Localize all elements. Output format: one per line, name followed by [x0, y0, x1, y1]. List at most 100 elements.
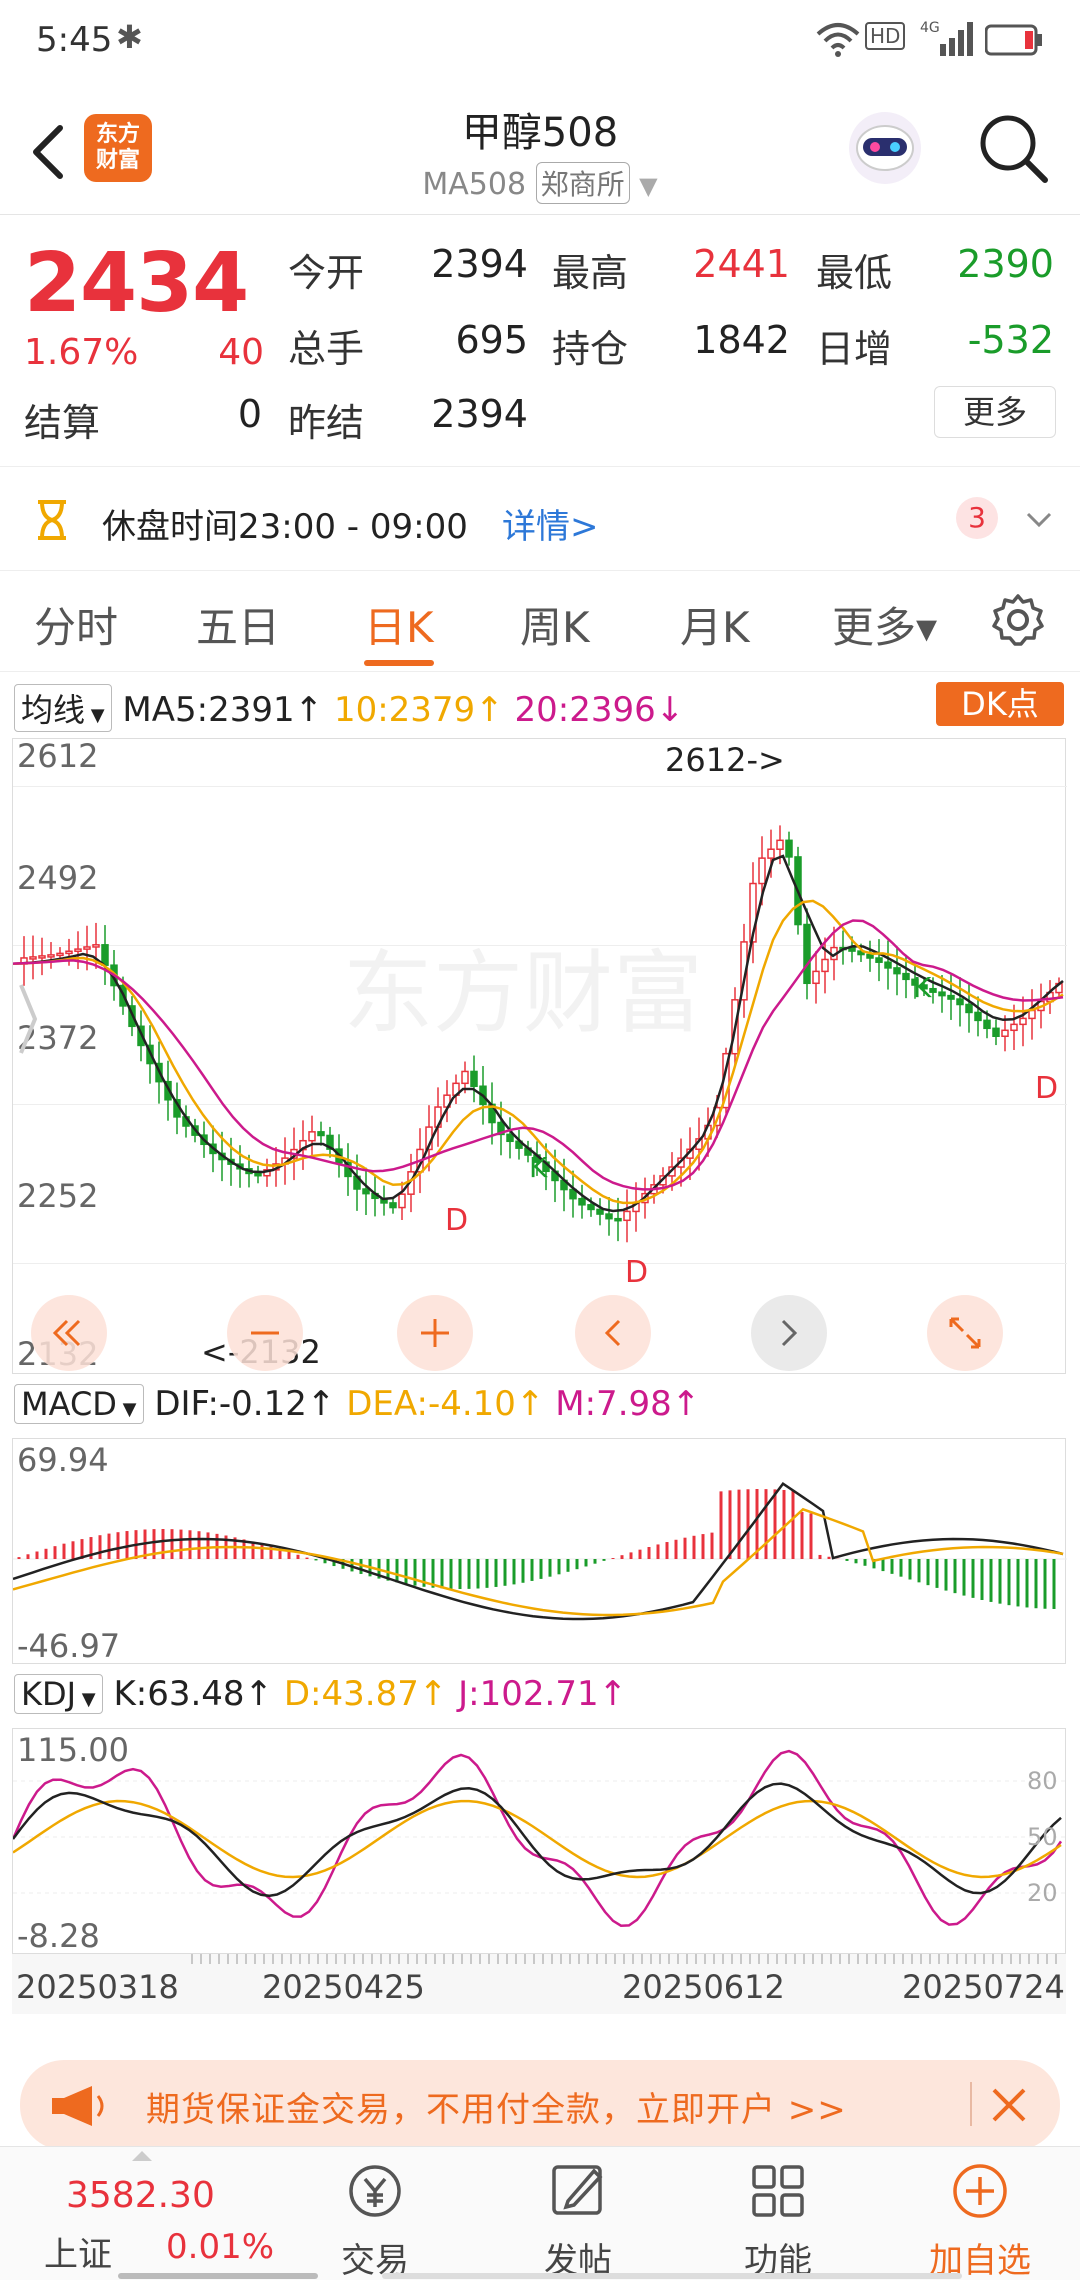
macd-chart[interactable]: 69.94 -46.97	[12, 1438, 1067, 1665]
macd-selector[interactable]: MACD ▼	[14, 1384, 144, 1424]
index-ticker[interactable]: 3582.30 上证 0.01%	[20, 2147, 274, 2280]
macd-selector-label: MACD	[21, 1385, 117, 1423]
zoom-out-button[interactable]	[227, 1295, 303, 1371]
macd-y-label: 69.94	[17, 1441, 109, 1479]
account-open-banner[interactable]: 期货保证金交易，不用付全款，立即开户 >>	[20, 2060, 1060, 2150]
change-percent: 1.67%	[24, 332, 139, 373]
ma20-value: 20:2396	[514, 690, 656, 730]
ma-selector[interactable]: 均线 ▼	[14, 684, 112, 732]
candle-body	[254, 1172, 262, 1177]
exchange-tag: 郑商所	[535, 162, 630, 204]
stat-label-open: 今开	[288, 251, 365, 295]
candle-body	[506, 1133, 514, 1143]
banner-divider	[970, 2082, 972, 2126]
macd-y-label: -46.97	[17, 1627, 121, 1665]
period-tabs: 分时 五日 日K 周K 月K 更多▾	[0, 572, 1080, 672]
stat-label-low: 最低	[816, 251, 893, 295]
nav-post[interactable]: 发帖	[508, 2147, 648, 2280]
tab-monthly-k[interactable]: 月K	[680, 594, 750, 655]
edit-icon	[552, 2165, 603, 2215]
candle-body	[29, 956, 37, 960]
more-stats-button[interactable]: 更多	[934, 386, 1056, 438]
candle-body	[56, 952, 64, 957]
candle-body	[956, 998, 964, 1006]
kline-chart[interactable]: 东方财富 2612 2492 2372 2252 2132 2612-> <-2…	[12, 737, 1067, 1374]
expand-icon	[949, 1317, 981, 1349]
nav-add-watchlist[interactable]: 加自选	[910, 2147, 1050, 2280]
stat-label-high: 最高	[552, 251, 629, 295]
candle-body	[74, 948, 82, 952]
candle-body	[974, 1011, 982, 1022]
stat-label-prev-settle: 昨结	[288, 401, 365, 445]
signal-marker-d: D	[445, 1203, 469, 1238]
assistant-robot-icon[interactable]	[845, 108, 925, 188]
candle-body	[758, 857, 766, 885]
nav-trade[interactable]: 交易	[305, 2147, 445, 2280]
tab-weekly-k[interactable]: 周K	[520, 594, 590, 655]
scroll-indicator	[382, 2273, 962, 2279]
bottom-navigation: 3582.30 上证 0.01% 交易 发帖 功能 加自选	[0, 2146, 1080, 2280]
caret-down-icon: ▼	[85, 705, 105, 726]
settle-value: 0	[237, 392, 262, 436]
kdj-chart[interactable]: 115.00 -8.28 80 50 20	[12, 1728, 1067, 1955]
tab-daily-k[interactable]: 日K	[364, 594, 434, 655]
signal-marker-d: D	[625, 1255, 649, 1290]
session-details-link[interactable]: 详情>	[502, 499, 599, 548]
macd-dif-value: DIF:-0.12	[154, 1384, 307, 1424]
kdj-d-value: D:43.87	[283, 1674, 419, 1714]
stat-value-volume: 695	[455, 318, 528, 362]
chevron-down-icon[interactable]	[1024, 505, 1054, 535]
candle-body	[938, 991, 946, 997]
candle-body	[884, 961, 892, 969]
notification-badge[interactable]: 3	[956, 497, 998, 539]
candle-body	[101, 944, 109, 966]
active-tab-indicator	[364, 660, 434, 666]
stat-value-open: 2394	[431, 242, 528, 286]
x-axis-label: 20250612	[622, 1968, 785, 2006]
hd-icon: HD	[865, 22, 906, 50]
settle-label: 结算	[24, 401, 101, 445]
candle-body	[317, 1131, 325, 1137]
banner-text: 期货保证金交易，不用付全款，立即开户 >>	[146, 2090, 847, 2130]
tab-five-day[interactable]: 五日	[196, 594, 280, 655]
tab-intraday[interactable]: 分时	[34, 594, 118, 655]
candle-body	[992, 1027, 1000, 1037]
contract-code: MA508	[422, 167, 527, 202]
kline-y-label: 2492	[17, 859, 99, 897]
time-axis: 20250318 20250425 20250612 20250724	[12, 1954, 1066, 2014]
kdj-canvas	[13, 1749, 1067, 1927]
x-axis-label: 20250425	[262, 1968, 425, 2006]
plus-icon	[421, 1319, 449, 1347]
status-time: 5:45	[36, 20, 113, 60]
kdj-k-value: K:63.48	[113, 1674, 245, 1714]
caret-down-icon: ▼	[116, 1399, 137, 1420]
candle-body	[389, 1202, 397, 1209]
zoom-in-button[interactable]	[397, 1295, 473, 1371]
fullscreen-button[interactable]	[927, 1295, 1003, 1371]
gear-icon[interactable]	[990, 592, 1046, 648]
index-change: 0.01%	[166, 2227, 275, 2267]
yen-circle-icon	[349, 2165, 401, 2217]
dk-points-button[interactable]: DK点	[936, 682, 1064, 726]
search-icon[interactable]	[975, 110, 1051, 186]
watermark: 东方财富	[343, 941, 703, 1046]
side-drawer-handle-icon[interactable]	[15, 979, 39, 1059]
scroll-right-button[interactable]	[751, 1295, 827, 1371]
chevron-right-icon	[781, 1319, 798, 1347]
candle-body	[947, 994, 955, 1000]
candle-body	[812, 970, 820, 985]
nav-functions[interactable]: 功能	[708, 2147, 848, 2280]
scroll-left-button[interactable]	[575, 1295, 651, 1371]
double-chevron-left-icon	[52, 1319, 81, 1347]
kline-y-label: 2612	[17, 737, 99, 775]
candle-body	[587, 1204, 595, 1211]
candle-body	[614, 1217, 622, 1222]
kdj-level-label: 20	[1027, 1879, 1058, 1907]
candle-body	[308, 1131, 316, 1142]
tab-more[interactable]: 更多▾	[832, 594, 937, 655]
kdj-selector[interactable]: KDJ ▼	[14, 1674, 103, 1714]
candle-body	[578, 1197, 586, 1206]
scroll-left-fast-button[interactable]	[31, 1295, 107, 1371]
close-icon[interactable]	[986, 2082, 1032, 2128]
kdj-y-label: 115.00	[17, 1731, 129, 1769]
